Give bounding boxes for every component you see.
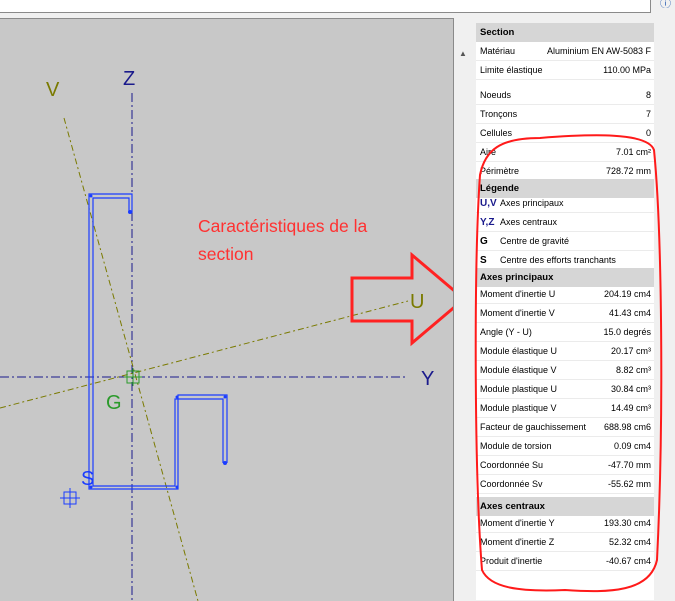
central-property-value: 52.32 cm4 [608,537,651,547]
principal-property-label: Module de torsion [480,441,552,451]
yield-row: Limite élastique 110.00 MPa [476,61,654,80]
principal-property-row: Module plastique V 14.49 cm³ [476,399,654,418]
section-drawing-svg: V Z U Y G S [0,68,453,601]
central-property-label: Moment d'inertie Z [480,537,555,547]
principal-property-label: Module élastique U [480,346,558,356]
annotation-line-2: section [198,244,254,264]
principal-property-label: Facteur de gauchissement [480,422,587,432]
central-property-label: Moment d'inertie Y [480,518,555,528]
principal-property-row: Moment d'inertie V 41.43 cm4 [476,304,654,323]
v-axis-line [63,117,199,601]
annotation-line-1: Caractéristiques de la [198,216,368,236]
principal-property-value: -55.62 mm [607,479,651,489]
principal-property-label: Module plastique U [480,384,558,394]
principal-property-row: Module élastique V 8.82 cm³ [476,361,654,380]
principal-property-row: Facteur de gauchissement 688.98 cm6 [476,418,654,437]
principal-property-row: Angle (Y - U) 15.0 degrés [476,323,654,342]
v-axis-label: V [46,79,60,101]
nodes-row: Noeuds 8 [476,86,654,105]
principal-property-label: Coordonnée Sv [480,479,543,489]
z-axis-label: Z [123,68,135,90]
top-toolbar: ⓘ [0,0,675,18]
principal-property-value: 41.43 cm4 [608,308,651,318]
section-header: Section [476,23,654,42]
principal-property-label: Angle (Y - U) [480,327,532,337]
principal-property-value: -47.70 mm [607,460,651,470]
central-property-row: Moment d'inertie Y 193.30 cm4 [476,514,654,533]
u-axis-line [0,300,409,409]
annotation-text: Caractéristiques de la section [198,212,428,268]
cells-row: Cellules 0 [476,124,654,143]
central-property-label: Produit d'inertie [480,556,543,566]
central-property-row: Moment d'inertie Z 52.32 cm4 [476,533,654,552]
central-property-value: -40.67 cm4 [605,556,651,566]
principal-property-label: Module plastique V [480,403,557,413]
u-axis-label: U [410,291,424,313]
principal-property-label: Moment d'inertie V [480,308,555,318]
principal-property-value: 30.84 cm³ [610,384,651,394]
central-property-value: 193.30 cm4 [603,518,651,528]
area-row: Aire 7.01 cm² [476,143,654,162]
vertical-scrollbar[interactable]: ▲ [454,42,472,600]
legend-item-central: Y,Z Axes centraux [476,213,654,232]
principal-property-value: 204.19 cm4 [603,289,651,299]
principal-property-label: Coordonnée Su [480,460,544,470]
shear-center-marker [60,488,80,508]
gravity-center-marker [124,368,142,386]
segments-row: Tronçons 7 [476,105,654,124]
principal-property-label: Moment d'inertie U [480,289,556,299]
legend-item-gravity: G Centre de gravité [476,232,654,251]
principal-property-row: Module plastique U 30.84 cm³ [476,380,654,399]
legend-item-principal: U,V Axes principaux [476,194,654,213]
s-label: S [81,468,94,490]
scroll-up-arrow-icon[interactable]: ▲ [458,49,468,59]
principal-property-value: 15.0 degrés [603,327,651,337]
principal-property-value: 20.17 cm³ [610,346,651,356]
principal-property-row: Module de torsion 0.09 cm4 [476,437,654,456]
material-row: Matériau Aluminium EN AW-5083 F [476,42,654,61]
principal-property-row: Coordonnée Su -47.70 mm [476,456,654,475]
principal-property-row: Moment d'inertie U 204.19 cm4 [476,285,654,304]
section-drawing-canvas[interactable]: V Z U Y G S [0,18,454,601]
principal-property-row: Module élastique U 20.17 cm³ [476,342,654,361]
y-axis-label: Y [421,368,434,390]
principal-property-label: Module élastique V [480,365,557,375]
g-label: G [106,392,122,414]
principal-property-value: 0.09 cm4 [613,441,651,451]
help-circle-icon[interactable]: ⓘ [660,0,672,8]
properties-panel: Section Matériau Aluminium EN AW-5083 F L… [476,23,654,600]
annotation-arrow [350,251,453,347]
central-property-row: Produit d'inertie -40.67 cm4 [476,552,654,571]
principal-property-value: 688.98 cm6 [603,422,651,432]
principal-property-value: 8.82 cm³ [615,365,651,375]
principal-property-row: Coordonnée Sv -55.62 mm [476,475,654,494]
principal-property-value: 14.49 cm³ [610,403,651,413]
top-input-field[interactable] [0,0,651,13]
